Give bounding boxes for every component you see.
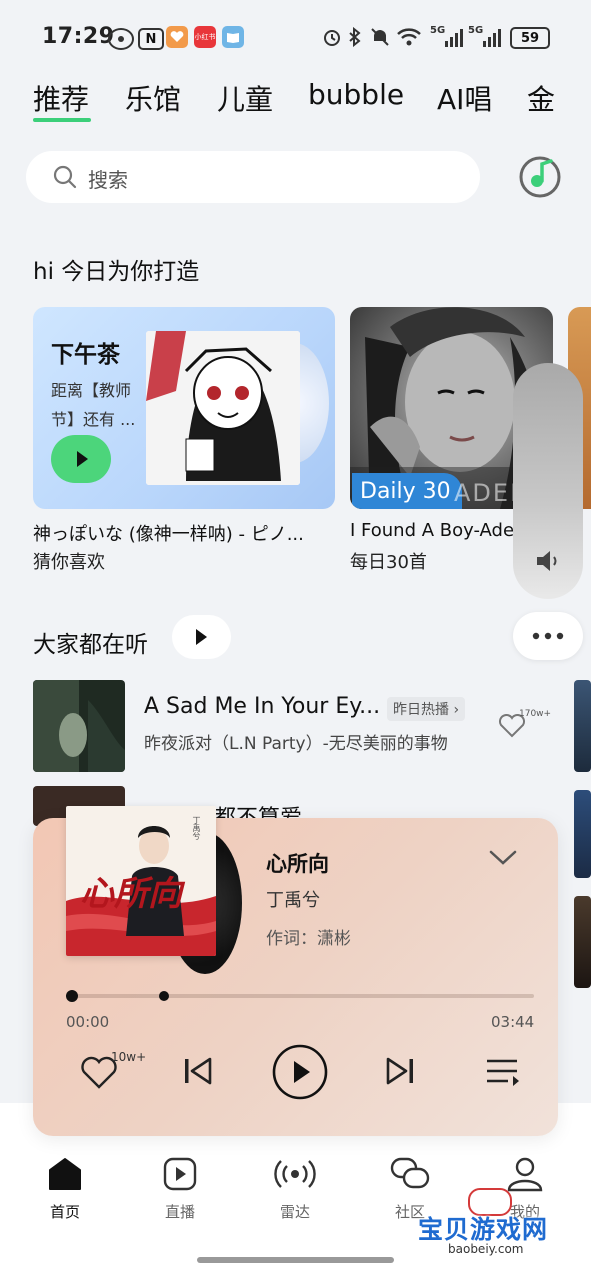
song-tag-label: 昨日热播	[393, 702, 449, 718]
play-pause-button[interactable]	[271, 1043, 329, 1101]
wifi-icon	[396, 26, 422, 48]
card-heading: 下午茶	[51, 342, 120, 368]
signal-icon-2	[482, 28, 502, 48]
tab-kids[interactable]: 儿童	[217, 78, 273, 118]
song-artist-1: 昨夜派对（L.N Party）-无尽美丽的事物	[144, 734, 448, 754]
network-5g-label: 5G	[430, 25, 446, 36]
home-indicator[interactable]	[197, 1257, 394, 1263]
section-title-daily: hi 今日为你打造	[33, 259, 200, 285]
tab-music-hall[interactable]: 乐馆	[125, 78, 181, 118]
tab-gold[interactable]: 金	[527, 78, 591, 118]
cover-artist-art: 丁禹兮	[192, 816, 201, 840]
more-button[interactable]	[513, 612, 583, 660]
volume-slider[interactable]	[513, 363, 583, 599]
card-desc-line1: 距离【教师	[51, 381, 132, 400]
home-icon[interactable]	[46, 1156, 84, 1192]
watermark-text: 宝贝游戏网	[418, 1215, 549, 1244]
collapse-chevron-icon[interactable]	[488, 848, 518, 868]
like-count: 170w+	[519, 709, 552, 719]
side-thumb-3	[574, 896, 591, 988]
player-like-count: 10w+	[111, 1050, 147, 1064]
play-all-button[interactable]	[172, 615, 231, 659]
community-icon[interactable]	[390, 1156, 430, 1192]
tab-bubble[interactable]: bubble	[308, 78, 404, 111]
tab-recommend[interactable]: 推荐	[33, 78, 89, 118]
now-playing-card[interactable]: 心所向 丁禹兮 心所向 丁禹兮 作词：潇彬 00:00 03:44 10w+	[33, 806, 558, 1136]
progress-thumb[interactable]	[66, 990, 78, 1002]
search-placeholder: 搜索	[88, 168, 128, 192]
mute-bell-icon	[370, 27, 390, 47]
network-5g-label-2: 5G	[468, 25, 484, 36]
watermark-url: baobeiy.com	[448, 1242, 524, 1256]
player-album-cover: 心所向 丁禹兮	[66, 806, 216, 956]
active-tab-indicator	[33, 118, 91, 122]
book-app-icon	[222, 26, 244, 48]
bluetooth-icon	[348, 27, 362, 47]
live-icon[interactable]	[162, 1156, 198, 1192]
playlist-card-afternoon-tea[interactable]: 下午茶 距离【教师 节】还有 ...	[33, 307, 335, 509]
card-play-button[interactable]	[51, 435, 111, 483]
total-time: 03:44	[491, 1013, 535, 1031]
watermark: 宝贝游戏网 baobeiy.com	[418, 1188, 568, 1260]
n-icon: N	[138, 28, 164, 50]
song-tag[interactable]: 昨日热播 ›	[387, 697, 466, 721]
card-caption-2: I Found A Boy-Ade	[350, 520, 515, 541]
search-icon	[52, 164, 78, 190]
signal-icon	[444, 28, 464, 48]
card-desc-line2: 节】还有 ...	[51, 410, 136, 429]
progress-track[interactable]	[72, 994, 534, 998]
tab-ai-sing[interactable]: AI唱	[437, 78, 492, 118]
previous-track-icon[interactable]	[181, 1054, 215, 1088]
music-recognition-icon[interactable]	[518, 155, 562, 199]
player-lyricist: 作词：潇彬	[266, 929, 351, 949]
daily30-badge: Daily 30	[360, 479, 451, 504]
section-title-popular: 大家都在听	[33, 632, 148, 658]
song-title-1[interactable]: A Sad Me In Your Ey...	[144, 694, 380, 719]
nav-label-home[interactable]: 首页	[25, 1201, 105, 1222]
alarm-icon	[322, 27, 342, 47]
card-sub-1: 猜你喜欢	[33, 552, 105, 573]
status-time: 17:29	[42, 24, 115, 49]
cover-title-art: 心所向	[80, 874, 182, 914]
profile-icon[interactable]	[506, 1156, 544, 1192]
next-track-icon[interactable]	[383, 1054, 417, 1088]
album-cover-anime	[146, 331, 300, 485]
playlist-queue-icon[interactable]	[484, 1056, 522, 1088]
nav-label-radar[interactable]: 雷达	[255, 1201, 335, 1222]
xiaohongshu-icon: 小红书	[194, 26, 216, 48]
radar-icon[interactable]	[274, 1156, 316, 1192]
card-caption-1: 神っぽいな (像神一样呐) - ピノ...	[33, 524, 304, 545]
player-artist[interactable]: 丁禹兮	[266, 886, 320, 912]
speaker-icon	[535, 549, 561, 573]
nav-label-live[interactable]: 直播	[140, 1201, 220, 1222]
card-sub-2: 每日30首	[350, 552, 427, 573]
current-time: 00:00	[66, 1013, 110, 1031]
heart-app-icon	[166, 26, 188, 48]
location-icon	[108, 28, 134, 50]
progress-marker	[159, 991, 169, 1001]
side-thumb-2	[574, 790, 591, 878]
player-song-title: 心所向	[266, 852, 329, 876]
song-thumb-1[interactable]	[33, 680, 125, 772]
battery-icon: 59	[510, 27, 550, 49]
side-thumb-1	[574, 680, 591, 772]
